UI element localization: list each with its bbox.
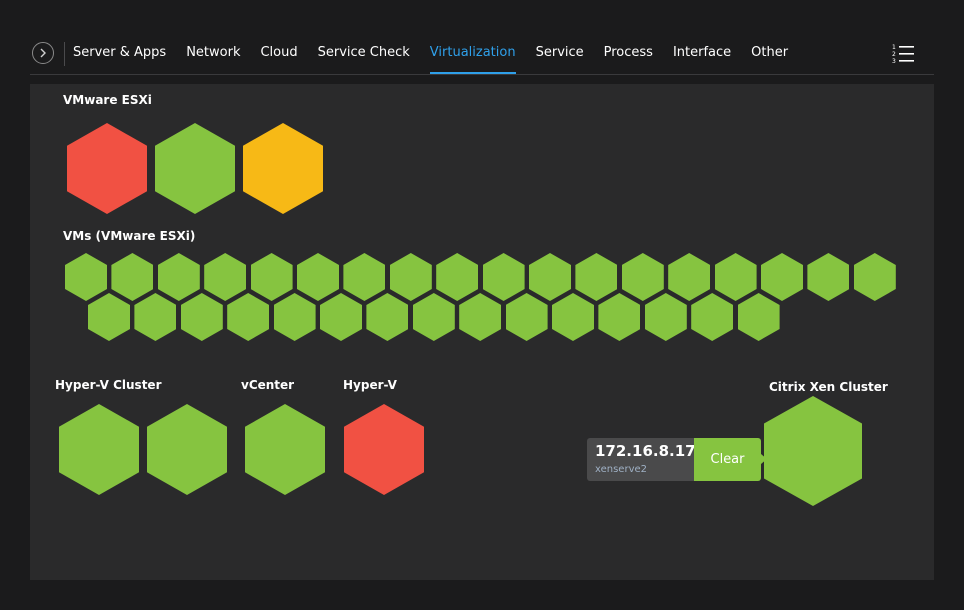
virtualization-panel: VMware ESXi VMs (VMware ESXi) Hyper-V Cl…	[30, 84, 934, 580]
vm-hex[interactable]	[111, 253, 154, 301]
vm-hex[interactable]	[575, 253, 618, 301]
vm-hex[interactable]	[644, 293, 687, 341]
vm-hex[interactable]	[297, 253, 339, 301]
group-title-vcenter: vCenter	[241, 378, 295, 392]
vmware-esxi-host-hex[interactable]	[67, 123, 147, 214]
vm-hex[interactable]	[343, 253, 386, 301]
category-tabs: Server & Apps Network Cloud Service Check Vi…	[73, 38, 788, 74]
group-title-vms: VMs (VMware ESXi)	[63, 229, 196, 243]
vm-hex[interactable]	[65, 253, 107, 301]
tooltip-hostname: xenserve2	[595, 464, 648, 475]
citrix-xen-cluster-hex[interactable]	[764, 396, 862, 506]
vm-hex[interactable]	[668, 253, 711, 301]
hyperv-cluster-hex[interactable]	[59, 404, 139, 495]
svg-text:3: 3	[892, 58, 896, 65]
host-tooltip: 172.16.8.170 xenserve2 Clear	[587, 438, 767, 481]
svg-text:2: 2	[892, 51, 896, 58]
vm-hex[interactable]	[807, 253, 850, 301]
vm-hex[interactable]	[134, 293, 177, 341]
vcenter-hex[interactable]	[245, 404, 325, 495]
hyperv-cluster-hex[interactable]	[147, 404, 227, 495]
hyperv-hex[interactable]	[344, 404, 424, 495]
vm-hex[interactable]	[366, 293, 409, 341]
vm-hex[interactable]	[552, 293, 594, 341]
vm-hex[interactable]	[436, 253, 479, 301]
vm-hex[interactable]	[250, 253, 293, 301]
tab-cloud[interactable]: Cloud	[260, 38, 297, 66]
svg-text:1: 1	[892, 44, 896, 51]
vm-hex[interactable]	[204, 253, 247, 301]
tab-network[interactable]: Network	[186, 38, 240, 66]
vm-hex[interactable]	[505, 293, 548, 341]
vm-hex[interactable]	[621, 253, 664, 301]
group-title-hyperv-cluster: Hyper-V Cluster	[55, 378, 162, 392]
vm-hex[interactable]	[853, 253, 896, 301]
vm-hex[interactable]	[180, 293, 223, 341]
vm-hex[interactable]	[88, 293, 130, 341]
vm-hex[interactable]	[761, 253, 803, 301]
nav-divider	[64, 42, 65, 66]
vm-hex[interactable]	[459, 293, 502, 341]
tab-interface[interactable]: Interface	[673, 38, 731, 66]
tab-service-check[interactable]: Service Check	[318, 38, 410, 66]
group-title-hyperv: Hyper-V	[343, 378, 397, 392]
tab-other[interactable]: Other	[751, 38, 788, 66]
vm-hex[interactable]	[482, 253, 525, 301]
tab-server-apps[interactable]: Server & Apps	[73, 38, 166, 66]
vmware-esxi-host-hex[interactable]	[155, 123, 235, 214]
tooltip-ip: 172.16.8.170	[595, 442, 707, 460]
vm-hex[interactable]	[320, 293, 362, 341]
vm-hex[interactable]	[412, 293, 455, 341]
tooltip-status: Clear	[694, 438, 761, 481]
chevron-right-icon	[40, 48, 46, 58]
category-nav-bar: Server & Apps Network Cloud Service Check Vi…	[30, 38, 934, 75]
nav-toggle-button[interactable]	[32, 42, 54, 64]
numbered-list-icon[interactable]: 1 2 3	[892, 43, 916, 65]
tab-virtualization[interactable]: Virtualization	[429, 38, 516, 74]
vmware-esxi-host-hex[interactable]	[243, 123, 323, 214]
vm-hex[interactable]	[714, 253, 757, 301]
vm-hex[interactable]	[227, 293, 270, 341]
vm-hex[interactable]	[273, 293, 316, 341]
group-title-vmware-esxi: VMware ESXi	[63, 93, 152, 107]
vm-hex[interactable]	[598, 293, 641, 341]
tab-service[interactable]: Service	[536, 38, 584, 66]
tab-process[interactable]: Process	[604, 38, 653, 66]
vm-hex[interactable]	[691, 293, 734, 341]
vm-hex[interactable]	[157, 253, 200, 301]
vm-hex[interactable]	[737, 293, 780, 341]
vm-hex[interactable]	[389, 253, 432, 301]
tooltip-info: 172.16.8.170 xenserve2	[587, 438, 707, 481]
group-title-citrix-xen-cluster: Citrix Xen Cluster	[769, 380, 888, 394]
vm-hex[interactable]	[529, 253, 571, 301]
